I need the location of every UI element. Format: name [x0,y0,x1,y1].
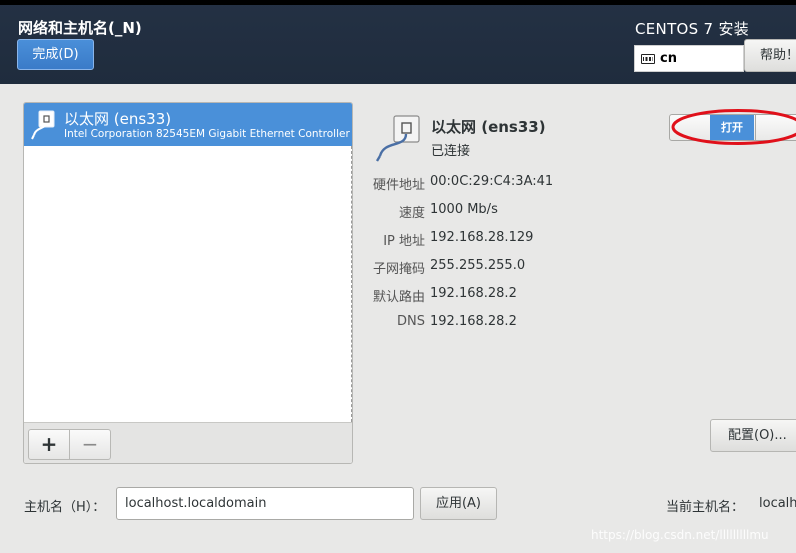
speed-value: 1000 Mb/s [430,202,498,217]
connection-toggle-on-label: 打开 [710,115,754,140]
dns-value: 192.168.28.2 [430,314,517,329]
keyboard-icon [641,54,655,64]
hardware-address-value: 00:0C:29:C4:3A:41 [430,174,554,189]
keyboard-layout-indicator[interactable]: cn [634,45,744,72]
hostname-input[interactable] [116,487,414,520]
list-toolbar: + − [24,422,352,463]
default-route-label: 默认路由 [372,290,425,305]
ethernet-icon [375,115,420,162]
configure-button[interactable]: 配置(O)... [710,419,796,452]
default-route-value: 192.168.28.2 [430,286,517,301]
connection-toggle-switch[interactable]: 打开 [669,114,796,141]
device-list-item[interactable]: 以太网 (ens33) Intel Corporation 82545EM Gi… [24,103,352,146]
connection-toggle-knob [755,115,756,140]
dns-label: DNS [397,314,425,329]
hostname-label: 主机名（H）： [24,500,106,515]
hardware-address-label: 硬件地址 [372,178,425,193]
ethernet-icon [31,110,55,140]
device-status: 已连接 [431,144,471,159]
device-list-item-subtitle: Intel Corporation 82545EM Gigabit Ethern… [64,128,353,140]
done-button[interactable]: 完成(D) [17,39,94,70]
help-button[interactable]: 帮助！ [744,39,796,72]
device-title: 以太网 (ens33) [431,118,546,136]
current-hostname-value: localho [759,496,796,511]
install-title: CENTOS 7 安装 [635,20,750,38]
subnet-mask-label: 子网掩码 [372,262,425,277]
page-title: 网络和主机名(_N) [18,19,142,37]
ip-address-value: 192.168.28.129 [430,230,534,245]
speed-label: 速度 [398,206,425,221]
header-topline [0,0,796,5]
watermark: https://blog.csdn.net/lllllllllmu [591,528,769,542]
device-list-item-title: 以太网 (ens33) [64,110,172,128]
ip-address-label: IP 地址 [383,234,425,249]
add-device-button[interactable]: + [28,429,70,460]
keyboard-layout-label: cn [660,51,677,66]
device-list-panel: 以太网 (ens33) Intel Corporation 82545EM Gi… [23,102,353,464]
header-bar: 网络和主机名(_N) 完成(D) CENTOS 7 安装 cn 帮助！ [0,0,796,84]
subnet-mask-value: 255.255.255.0 [430,258,526,273]
remove-device-button[interactable]: − [69,429,111,460]
current-hostname-label: 当前主机名： [666,500,745,515]
apply-hostname-button[interactable]: 应用(A) [420,487,497,520]
